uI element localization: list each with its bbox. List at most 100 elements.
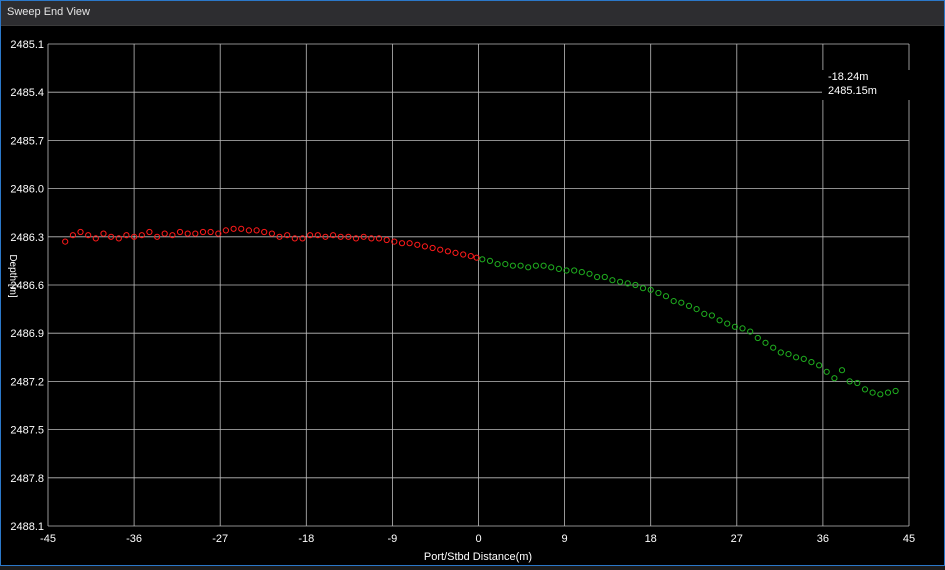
data-point: [685, 302, 693, 309]
y-tick-label: 2485.7: [10, 135, 44, 147]
data-point: [724, 320, 731, 327]
data-point: [701, 310, 708, 317]
readout-y: 2485.15m: [828, 85, 877, 97]
data-point: [421, 243, 428, 250]
data-point: [808, 359, 815, 366]
data-point: [861, 386, 869, 393]
data-point: [708, 312, 716, 319]
y-tick-label: 2486.9: [10, 328, 44, 340]
data-point: [245, 227, 252, 234]
x-tick-label: 0: [475, 533, 481, 545]
data-point: [571, 267, 578, 274]
data-point: [509, 262, 516, 269]
data-point: [525, 264, 532, 271]
data-point: [869, 389, 876, 396]
y-tick-label: 2487.2: [10, 376, 44, 388]
x-axis-label: Port/Stbd Distance(m): [424, 551, 532, 563]
cursor-readout: -18.24m 2485.15m: [822, 70, 912, 100]
data-point: [777, 349, 784, 356]
data-point: [452, 249, 459, 256]
x-tick-label: 45: [903, 533, 915, 545]
data-point: [662, 293, 670, 300]
window-title: Sweep End View: [7, 6, 90, 18]
data-point: [230, 225, 237, 232]
data-point: [670, 298, 677, 305]
data-point: [100, 230, 107, 237]
data-point: [877, 391, 884, 398]
x-tick-label: 27: [731, 533, 743, 545]
data-point: [479, 256, 486, 263]
x-tick-labels: -45 -36 -27 -18 -9 0 9 18 27 36 45: [40, 533, 915, 545]
data-point: [146, 228, 153, 236]
port-series: [62, 225, 480, 261]
data-point: [532, 262, 540, 269]
data-point: [693, 306, 700, 313]
x-tick-label: 18: [645, 533, 657, 545]
chart-grid: [47, 43, 910, 527]
data-point: [884, 389, 892, 396]
y-tick-label: 2485.4: [10, 87, 44, 99]
x-tick-label: -27: [212, 533, 228, 545]
data-point: [517, 262, 524, 269]
data-point: [762, 339, 769, 346]
x-tick-label: 36: [817, 533, 829, 545]
y-tick-label: 2487.5: [10, 425, 44, 437]
data-point: [199, 228, 207, 236]
data-point: [502, 261, 509, 268]
data-point: [785, 351, 792, 358]
data-point: [716, 317, 723, 324]
data-point: [892, 387, 899, 395]
data-point: [823, 368, 830, 375]
x-tick-label: -18: [298, 533, 314, 545]
data-point: [548, 264, 555, 271]
x-tick-label: -36: [126, 533, 142, 545]
data-point: [838, 367, 846, 374]
data-point: [655, 289, 662, 297]
x-tick-label: 9: [562, 533, 568, 545]
data-point: [739, 325, 746, 332]
x-tick-label: -45: [40, 533, 56, 545]
data-point: [77, 228, 84, 236]
y-tick-label: 2486.3: [10, 232, 44, 244]
data-point: [406, 240, 413, 247]
data-points: [62, 225, 899, 398]
data-point: [460, 251, 467, 258]
data-point: [192, 230, 199, 237]
data-point: [238, 225, 245, 232]
data-point: [555, 265, 563, 272]
y-tick-label: 2488.1: [10, 521, 44, 533]
data-point: [540, 262, 547, 269]
data-point: [268, 230, 275, 237]
data-point: [62, 238, 69, 245]
chart-area[interactable]: -45 -36 -27 -18 -9 0 9 18 27 36 45 2485.1 2485.4 248…: [1, 26, 944, 565]
data-point: [207, 228, 214, 236]
data-point: [486, 257, 494, 264]
data-point: [222, 227, 229, 234]
data-point: [609, 277, 616, 284]
data-point: [414, 241, 421, 248]
data-point: [594, 273, 601, 281]
data-point: [398, 240, 406, 247]
y-tick-label: 2486.0: [10, 184, 44, 196]
title-bar: Sweep End View: [1, 1, 944, 26]
data-point: [261, 228, 268, 236]
data-point: [253, 227, 260, 234]
data-point: [161, 230, 168, 237]
data-point: [816, 362, 823, 369]
data-point: [176, 228, 184, 236]
data-point: [793, 354, 800, 361]
data-point: [770, 344, 777, 351]
data-point: [444, 248, 451, 255]
data-point: [601, 273, 608, 281]
data-point: [678, 299, 685, 306]
y-axis-label: Depth [m]: [7, 254, 18, 298]
data-point: [586, 270, 593, 277]
data-point: [437, 246, 444, 253]
y-tick-label: 2485.1: [10, 39, 44, 51]
sweep-chart[interactable]: -45 -36 -27 -18 -9 0 9 18 27 36 45 2485.1 2485.4 248…: [1, 26, 944, 565]
sweep-end-view-window: Sweep End View -45 -36 -27 -18 -9 0 9 18 27 36 45 …: [0, 0, 945, 566]
data-point: [383, 236, 390, 244]
data-point: [800, 355, 807, 362]
data-point: [831, 375, 838, 382]
data-point: [467, 253, 474, 260]
